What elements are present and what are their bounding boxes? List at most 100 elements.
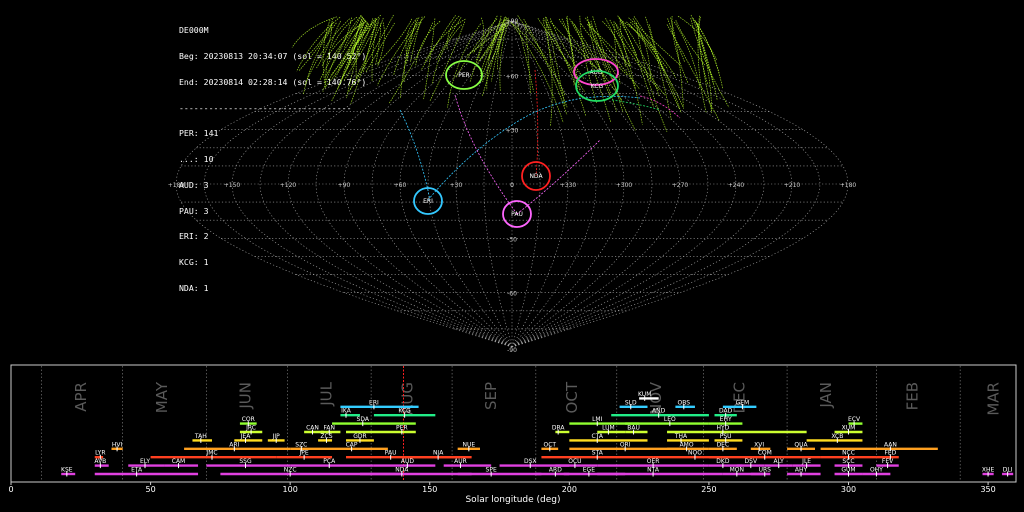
meteor-track-per: [675, 20, 706, 66]
shower-timeline-chart: APR MAY JUN JUL AUG SEP OCT NOV DEC JAN FEB MAR KSE…: [8, 364, 1017, 505]
month-label-oct: OCT: [563, 381, 581, 413]
meteor-track-per: [365, 22, 395, 73]
shower-label-nia: NIA: [433, 450, 444, 457]
meteor-track-nda: [534, 69, 539, 177]
shower-label-nzc: NZC: [284, 467, 297, 474]
month-label-sep: SEP: [482, 382, 500, 410]
shower-label-ege: EGE: [583, 467, 595, 474]
shower-label-sld: SLD: [625, 399, 637, 406]
month-label-jan: JAN: [817, 382, 835, 409]
shower-label-can: CAN: [306, 425, 319, 432]
shower-label-aud: AUD: [401, 458, 414, 465]
x-tick-label: 50: [145, 485, 155, 494]
shower-label-aan: AAN: [884, 441, 897, 448]
radiant-nda-label: NDA: [529, 173, 543, 180]
shower-label-qua: QUA: [794, 441, 808, 448]
x-tick-label: 0: [8, 485, 13, 494]
shower-label-dsx: DSX: [524, 458, 537, 465]
radiant-circles: PER AUD KCG NDA ERI PAU: [413, 58, 619, 228]
grid-meridian: [483, 20, 513, 348]
shower-label-eta: ETA: [131, 467, 143, 474]
meteor-track-pau: [454, 94, 518, 215]
meteor-track-per: [588, 22, 607, 71]
shower-label-fan: FAN: [324, 425, 336, 432]
meteor-track-per: [524, 23, 531, 94]
shower-label-tah: TAH: [194, 433, 207, 440]
meteor-track-per: [405, 17, 418, 58]
lat-label: -60: [507, 291, 517, 298]
radiant-kcg-label: KCG: [591, 83, 604, 90]
shower-label-aur: AUR: [454, 458, 467, 465]
shower-label-jrc: JRC: [245, 425, 256, 432]
shower-label-oct: OCT: [544, 441, 557, 448]
shower-label-lyr: LYR: [95, 450, 105, 457]
lon-label: +330: [560, 182, 577, 189]
lat-label: -30: [507, 236, 517, 243]
meteor-track-per: [291, 16, 338, 48]
shower-label-ori: ORI: [620, 441, 631, 448]
meteor-track-per: [690, 17, 730, 108]
shower-label-jip: JIP: [272, 433, 281, 440]
x-tick-label: 250: [701, 485, 716, 494]
shower-label-sda: SDA: [357, 416, 370, 423]
shower-label-ard: ARD: [549, 467, 562, 474]
x-tick-label: 150: [422, 485, 437, 494]
shower-label-xhe: XHE: [982, 467, 995, 474]
shower-label-lmi: LMI: [592, 416, 603, 423]
month-label-dec: DEC: [731, 382, 749, 414]
shower-label-bau: BAU: [627, 425, 640, 432]
meteor-track-per: [523, 18, 568, 116]
shower-label-obs: OBS: [678, 399, 691, 406]
lon-label: +180: [168, 182, 185, 189]
shower-label-kum: KUM: [638, 391, 651, 398]
shower-label-ohy: OHY: [870, 467, 883, 474]
month-label-jun: JUN: [237, 382, 255, 410]
shower-label-xvi: XVI: [754, 441, 764, 448]
shower-label-xum: XUM: [842, 425, 856, 432]
shower-label-cam: CAM: [172, 458, 185, 465]
shower-label-dli: DLI: [1003, 467, 1013, 474]
lon-label: +270: [672, 182, 689, 189]
shower-label-jmc: JMC: [205, 450, 217, 457]
lon-label: +120: [280, 182, 297, 189]
shower-label-com: COM: [758, 450, 772, 457]
shower-label-dsv: DSV: [745, 458, 758, 465]
shower-label-oer: OER: [647, 458, 660, 465]
lon-label: +30: [450, 182, 463, 189]
shower-label-and: AND: [652, 408, 666, 415]
radiant-per-label: PER: [458, 72, 470, 79]
meteor-track-per: [377, 18, 413, 64]
shower-label-hvi: HVI: [112, 441, 123, 448]
lon-label: +90: [338, 182, 351, 189]
lat-label: +60: [506, 73, 519, 80]
radiant-pau-label: PAU: [511, 211, 523, 218]
shower-label-urs: URS: [759, 467, 772, 474]
x-tick-label: 200: [562, 485, 577, 494]
sky-map: +90+60+300-30-60-90+180 +150 +120 +90 +60 +30…: [168, 14, 856, 354]
lon-label: +60: [394, 182, 407, 189]
shower-label-jea: JEA: [240, 433, 252, 440]
radiant-aud-label: AUD: [589, 69, 602, 76]
shower-label-hyd: HYD: [716, 425, 729, 432]
meteor-track-per: [375, 23, 382, 65]
month-label-feb: FEB: [904, 382, 922, 410]
shower-label-pau: PAU: [385, 450, 397, 457]
meteor-track-per: [666, 24, 720, 121]
meteor-track-per: [609, 19, 660, 91]
shower-label-ari: ARI: [229, 441, 239, 448]
meteor-track-per: [393, 16, 426, 75]
shower-bars: KSE ETA NZC NDA SPE ARD EGE NTA MON URS AHY GUM OHY X…: [61, 391, 1014, 477]
shower-label-sta: STA: [592, 450, 604, 457]
shower-label-cta: CTA: [592, 433, 604, 440]
shower-label-jpe: JPE: [299, 450, 309, 457]
shower-label-spe: SPE: [486, 467, 497, 474]
meteor-track-per: [309, 18, 334, 54]
lon-label: +210: [784, 182, 801, 189]
shower-label-nue: NUE: [462, 441, 475, 448]
shower-label-mon: MON: [730, 467, 744, 474]
shower-label-dec: DEC: [717, 441, 730, 448]
shower-label-kcg: KCG: [398, 408, 411, 415]
meteor-track-per: [692, 17, 724, 90]
shower-label-xcb: XCB: [831, 433, 843, 440]
shower-label-gem: GEM: [736, 399, 750, 406]
